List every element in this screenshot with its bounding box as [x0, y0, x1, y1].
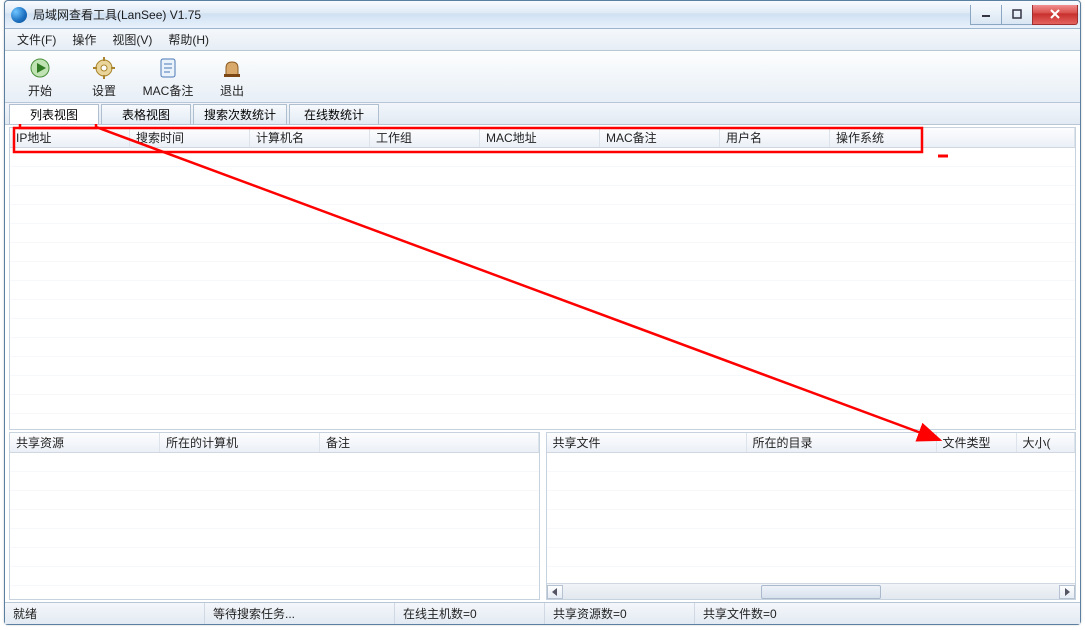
- col-share-note[interactable]: 备注: [320, 433, 539, 452]
- toolbar-exit-button[interactable]: 退出: [201, 53, 263, 102]
- status-waiting-dots: ...: [285, 607, 295, 621]
- window-buttons: [971, 5, 1078, 25]
- tab-tableview-label: 表格视图: [122, 106, 170, 123]
- col-searchtime[interactable]: 搜索时间: [130, 128, 250, 147]
- tab-listview-label: 列表视图: [30, 106, 78, 123]
- titlebar[interactable]: 局域网查看工具(LanSee) V1.75: [5, 1, 1080, 29]
- status-online-hosts-value: 0: [470, 607, 477, 621]
- maximize-button[interactable]: [1001, 5, 1033, 25]
- col-share-host[interactable]: 所在的计算机: [160, 433, 320, 452]
- share-resource-body[interactable]: [10, 453, 539, 599]
- menu-file[interactable]: 文件(F): [9, 29, 64, 50]
- menu-operation[interactable]: 操作: [64, 29, 104, 50]
- share-file-body[interactable]: [547, 453, 1076, 583]
- col-ip[interactable]: IP地址: [10, 128, 130, 147]
- main-grid[interactable]: IP地址 搜索时间 计算机名 工作组 MAC地址 MAC备注 用户名 操作系统: [9, 127, 1076, 430]
- menubar: 文件(F) 操作 视图(V) 帮助(H): [5, 29, 1080, 51]
- col-share-file[interactable]: 共享文件: [547, 433, 747, 452]
- statusbar: 就绪 等待搜索任务... 在线主机数=0 共享资源数=0 共享文件数=0: [5, 602, 1080, 624]
- status-share-res-value: 0: [620, 607, 627, 621]
- close-icon: [1049, 9, 1061, 19]
- scroll-left-button[interactable]: [547, 585, 563, 599]
- lower-split: 共享资源 所在的计算机 备注 共享文件 所在的目录 文件类型 大小(: [5, 432, 1080, 602]
- app-icon: [11, 7, 27, 23]
- status-online-hosts: 在线主机数=0: [395, 603, 545, 624]
- status-waiting-text: 等待搜索任务: [213, 605, 285, 622]
- share-file-hscroll[interactable]: [547, 583, 1076, 599]
- toolbar-start-button[interactable]: 开始: [9, 53, 71, 102]
- toolbar-settings-label: 设置: [92, 82, 116, 99]
- status-online-hosts-label: 在线主机数=: [403, 605, 470, 622]
- status-share-files-value: 0: [770, 607, 777, 621]
- status-share-res: 共享资源数=0: [545, 603, 695, 624]
- main-grid-body[interactable]: [10, 148, 1075, 429]
- scroll-track[interactable]: [563, 585, 1060, 599]
- status-share-files-label: 共享文件数=: [703, 605, 770, 622]
- menu-view[interactable]: 视图(V): [104, 29, 160, 50]
- tab-tableview[interactable]: 表格视图: [101, 104, 191, 124]
- status-share-res-label: 共享资源数=: [553, 605, 620, 622]
- tab-onlinestats[interactable]: 在线数统计: [289, 104, 379, 124]
- minimize-icon: [981, 9, 991, 19]
- start-icon: [28, 56, 52, 80]
- minimize-button[interactable]: [970, 5, 1002, 25]
- toolbar-settings-button[interactable]: 设置: [73, 53, 135, 102]
- content-area: IP地址 搜索时间 计算机名 工作组 MAC地址 MAC备注 用户名 操作系统 …: [5, 125, 1080, 602]
- col-workgroup[interactable]: 工作组: [370, 128, 480, 147]
- toolbar-start-label: 开始: [28, 82, 52, 99]
- tab-searchstats-label: 搜索次数统计: [204, 106, 276, 123]
- toolbar-exit-label: 退出: [220, 82, 244, 99]
- share-resource-header: 共享资源 所在的计算机 备注: [10, 433, 539, 453]
- share-file-header: 共享文件 所在的目录 文件类型 大小(: [547, 433, 1076, 453]
- app-window: 局域网查看工具(LanSee) V1.75 文件(F) 操作 视图(V) 帮助(…: [4, 0, 1081, 625]
- scroll-thumb[interactable]: [761, 585, 881, 599]
- close-button[interactable]: [1032, 5, 1078, 25]
- tab-listview[interactable]: 列表视图: [9, 104, 99, 124]
- maximize-icon: [1012, 9, 1022, 19]
- window-title: 局域网查看工具(LanSee) V1.75: [33, 6, 971, 23]
- col-hostname[interactable]: 计算机名: [250, 128, 370, 147]
- toolbar-macnote-label: MAC备注: [143, 82, 194, 99]
- status-ready: 就绪: [5, 603, 205, 624]
- scroll-right-button[interactable]: [1059, 585, 1075, 599]
- col-user[interactable]: 用户名: [720, 128, 830, 147]
- share-file-grid[interactable]: 共享文件 所在的目录 文件类型 大小(: [546, 432, 1077, 600]
- col-file-size[interactable]: 大小(: [1017, 433, 1076, 452]
- col-os[interactable]: 操作系统: [830, 128, 1075, 147]
- tabstrip: 列表视图 表格视图 搜索次数统计 在线数统计: [5, 103, 1080, 125]
- col-share-res[interactable]: 共享资源: [10, 433, 160, 452]
- exit-icon: [220, 56, 244, 80]
- col-file-type[interactable]: 文件类型: [937, 433, 1017, 452]
- col-mac[interactable]: MAC地址: [480, 128, 600, 147]
- menu-help[interactable]: 帮助(H): [160, 29, 217, 50]
- chevron-left-icon: [552, 588, 558, 596]
- main-grid-header: IP地址 搜索时间 计算机名 工作组 MAC地址 MAC备注 用户名 操作系统: [10, 128, 1075, 148]
- col-share-dir[interactable]: 所在的目录: [747, 433, 937, 452]
- status-share-files: 共享文件数=0: [695, 603, 1080, 624]
- col-macnote[interactable]: MAC备注: [600, 128, 720, 147]
- tab-onlinestats-label: 在线数统计: [304, 106, 364, 123]
- share-resource-grid[interactable]: 共享资源 所在的计算机 备注: [9, 432, 540, 600]
- gear-icon: [92, 56, 116, 80]
- note-icon: [156, 56, 180, 80]
- toolbar-macnote-button[interactable]: MAC备注: [137, 53, 199, 102]
- toolbar: 开始 设置 MAC备注 退出: [5, 51, 1080, 103]
- chevron-right-icon: [1064, 588, 1070, 596]
- tab-searchstats[interactable]: 搜索次数统计: [193, 104, 287, 124]
- status-waiting: 等待搜索任务...: [205, 603, 395, 624]
